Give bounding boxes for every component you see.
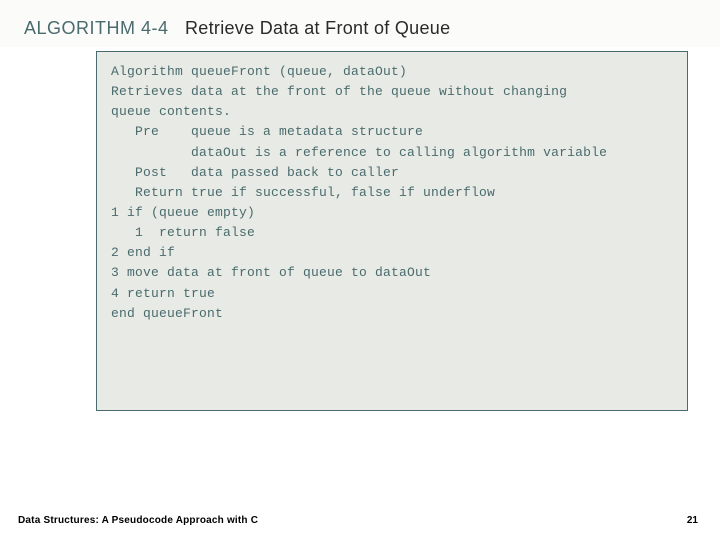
pseudocode-box: Algorithm queueFront (queue, dataOut) Re… (96, 51, 688, 411)
page-number: 21 (687, 515, 698, 526)
code-line: 1 return false (111, 223, 683, 243)
code-line: 2 end if (111, 243, 683, 263)
code-line: Return true if successful, false if unde… (111, 183, 683, 203)
code-line: end queueFront (111, 304, 683, 324)
algorithm-title: Retrieve Data at Front of Queue (185, 18, 450, 38)
code-line: 1 if (queue empty) (111, 203, 683, 223)
code-line: Pre queue is a metadata structure (111, 122, 683, 142)
footer-book-title: Data Structures: A Pseudocode Approach w… (18, 515, 258, 526)
page-footer: Data Structures: A Pseudocode Approach w… (18, 515, 698, 526)
algorithm-header: ALGORITHM 4-4 Retrieve Data at Front of … (0, 0, 720, 47)
code-line: queue contents. (111, 102, 683, 122)
code-line: 3 move data at front of queue to dataOut (111, 263, 683, 283)
code-line: Post data passed back to caller (111, 163, 683, 183)
code-line: Retrieves data at the front of the queue… (111, 82, 683, 102)
algorithm-number: ALGORITHM 4-4 (24, 18, 169, 38)
code-line: dataOut is a reference to calling algori… (111, 143, 683, 163)
code-line: Algorithm queueFront (queue, dataOut) (111, 62, 683, 82)
code-line: 4 return true (111, 284, 683, 304)
